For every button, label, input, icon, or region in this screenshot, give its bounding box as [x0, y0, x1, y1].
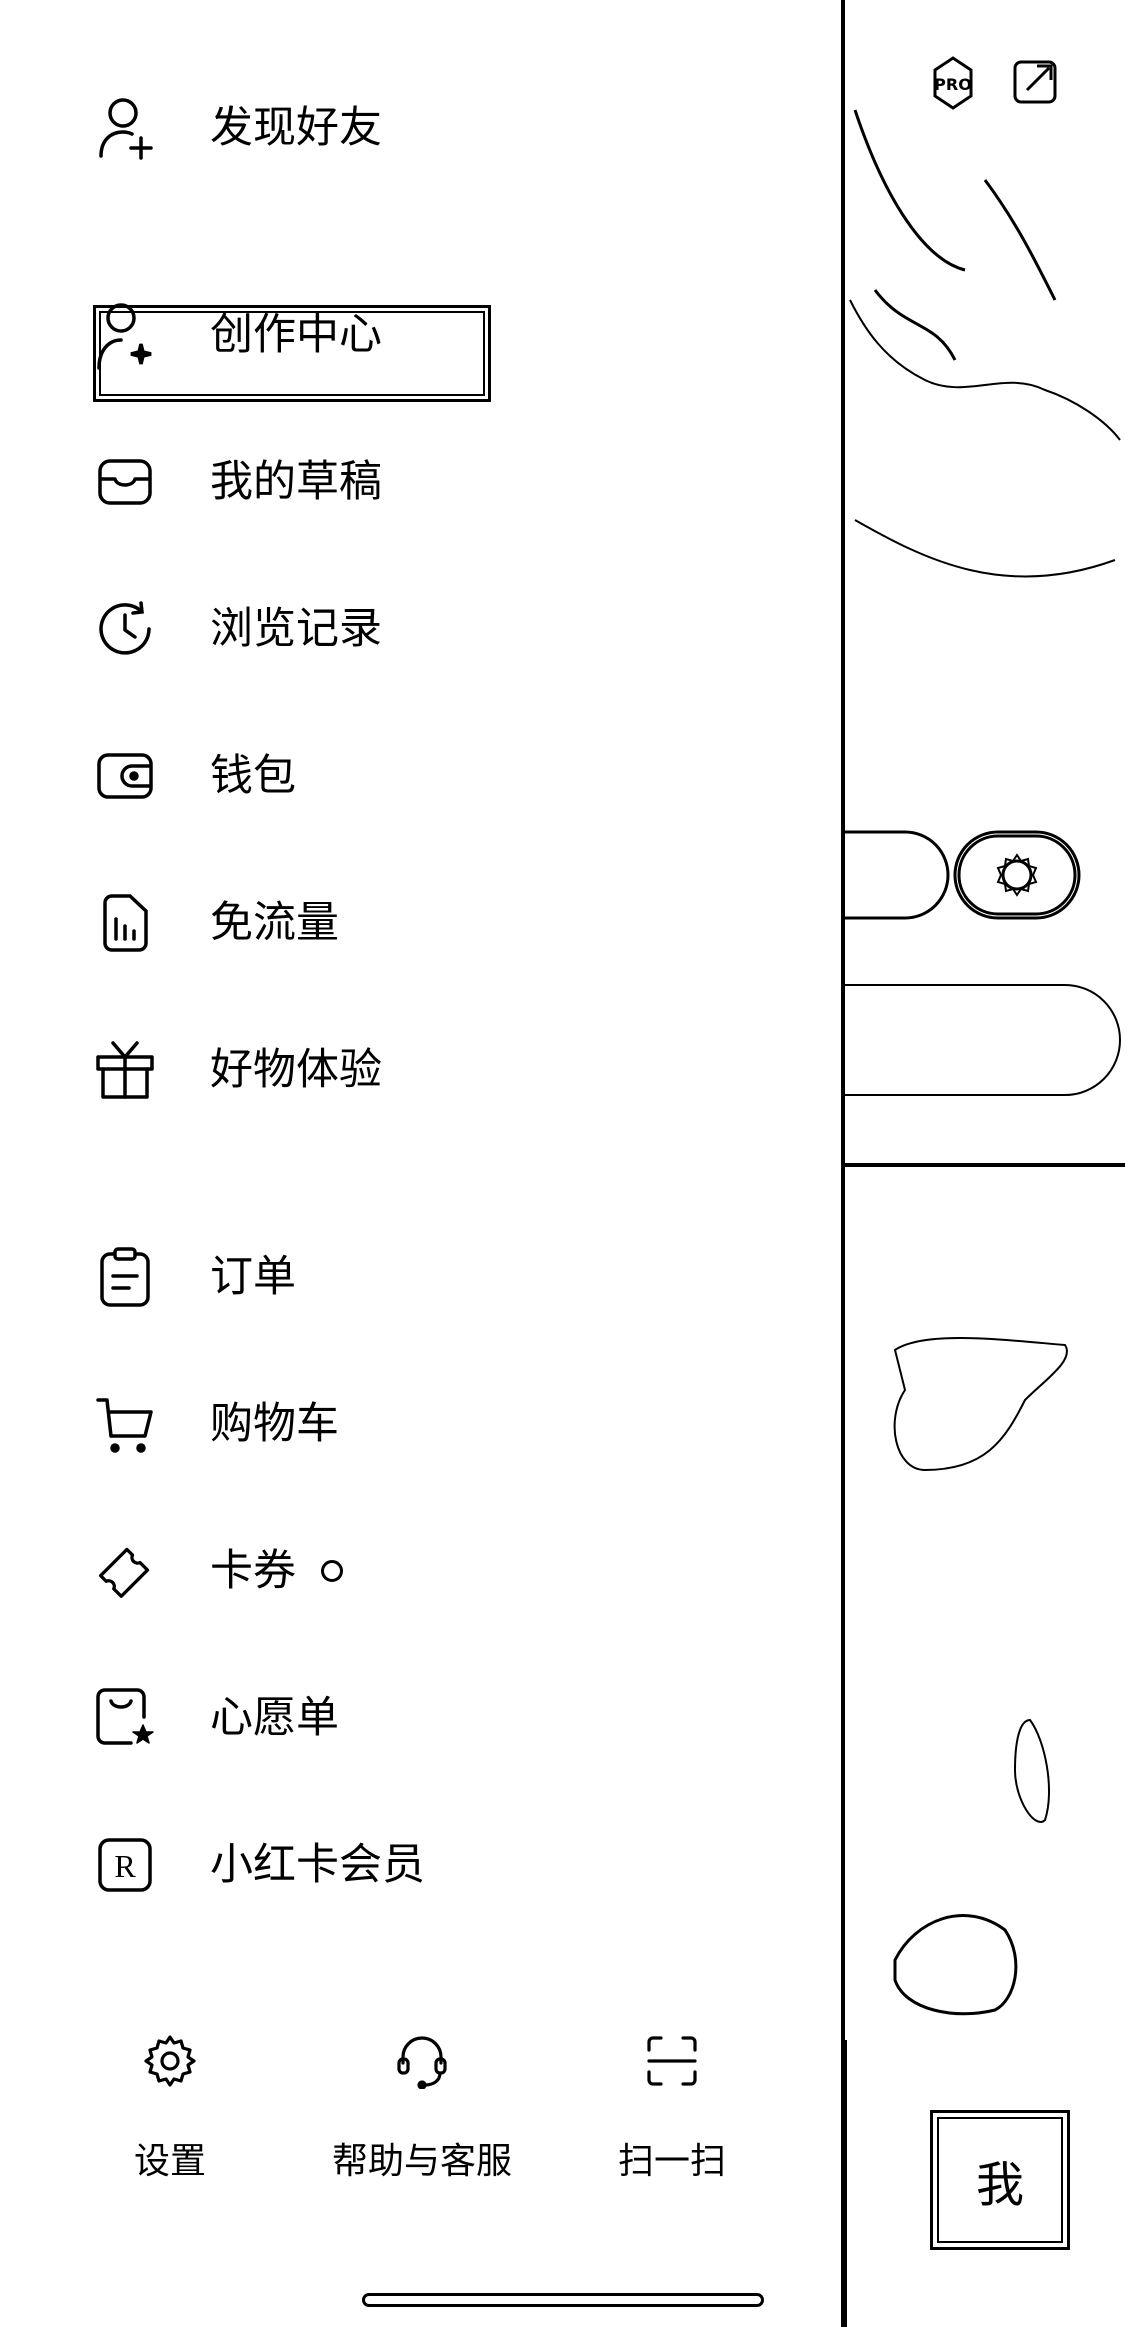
menu-item-orders[interactable]: 订单: [95, 1237, 296, 1317]
tab-me-label: 我: [975, 2157, 1024, 2213]
scan-button[interactable]: 扫一扫: [552, 2020, 792, 2184]
add-user-icon: [95, 96, 155, 160]
menu-item-label: 钱包: [210, 750, 296, 801]
settings-button[interactable]: 设置: [50, 2020, 290, 2184]
order-icon: [95, 1245, 155, 1309]
menu-item-coupons[interactable]: 卡券: [95, 1531, 343, 1611]
menu-item-find-friends[interactable]: 发现好友: [95, 88, 382, 168]
scan-icon: [645, 2020, 699, 2102]
menu-item-data-free[interactable]: 免流量: [95, 883, 339, 963]
pro-badge-text: PRO: [934, 75, 972, 94]
share-icon: [1013, 60, 1057, 104]
menu-item-drafts[interactable]: 我的草稿: [95, 442, 382, 522]
creator-center-icon: [95, 303, 155, 370]
data-free-icon: [95, 891, 155, 955]
background-profile-page[interactable]: PRO: [845, 0, 1125, 2327]
draft-box-icon: [95, 450, 155, 514]
menu-item-label: 订单: [210, 1251, 296, 1302]
menu-item-label: 小红卡会员: [210, 1839, 425, 1890]
menu-item-history[interactable]: 浏览记录: [95, 589, 382, 669]
wallet-icon: [95, 744, 155, 808]
menu-item-membership[interactable]: R 小红卡会员: [95, 1825, 425, 1905]
menu-item-creator-center[interactable]: 创作中心: [95, 295, 382, 375]
menu-item-wallet[interactable]: 钱包: [95, 736, 296, 816]
menu-item-label: 心愿单: [210, 1692, 339, 1743]
scan-label: 扫一扫: [617, 2141, 726, 2182]
menu-item-label: 免流量: [210, 897, 339, 948]
settings-label: 设置: [133, 2141, 206, 2182]
side-drawer: 发现好友 创作中心 我的草稿 浏览记录 钱包 免流量 好物体验 订单 购物车 卡…: [0, 0, 845, 2327]
coupon-icon: [95, 1539, 155, 1603]
tab-me[interactable]: 我: [930, 2110, 1070, 2250]
menu-item-label: 创作中心: [210, 309, 382, 360]
svg-text:R: R: [114, 1848, 136, 1884]
wishlist-icon: [95, 1686, 155, 1750]
menu-item-product-trial[interactable]: 好物体验: [95, 1030, 382, 1110]
menu-item-label: 购物车: [210, 1398, 339, 1449]
cart-icon: [95, 1392, 155, 1456]
new-dot-badge: [321, 1560, 343, 1582]
gift-icon: [95, 1038, 155, 1102]
home-indicator[interactable]: [362, 2293, 764, 2307]
history-icon: [95, 597, 155, 661]
menu-item-label: 发现好友: [210, 102, 382, 153]
help-support-label: 帮助与客服: [331, 2141, 512, 2182]
background-content-sketch: PRO: [845, 56, 1125, 2327]
help-support-button[interactable]: 帮助与客服: [302, 2020, 542, 2184]
membership-icon: R: [95, 1833, 155, 1897]
menu-item-label: 好物体验: [210, 1044, 382, 1095]
headset-icon: [395, 2020, 449, 2102]
menu-item-label: 我的草稿: [210, 456, 382, 507]
menu-item-cart[interactable]: 购物车: [95, 1384, 339, 1464]
gear-icon: [143, 2020, 197, 2102]
menu-item-label: 卡券: [210, 1545, 296, 1596]
menu-item-wishlist[interactable]: 心愿单: [95, 1678, 339, 1758]
menu-item-label: 浏览记录: [210, 603, 382, 654]
